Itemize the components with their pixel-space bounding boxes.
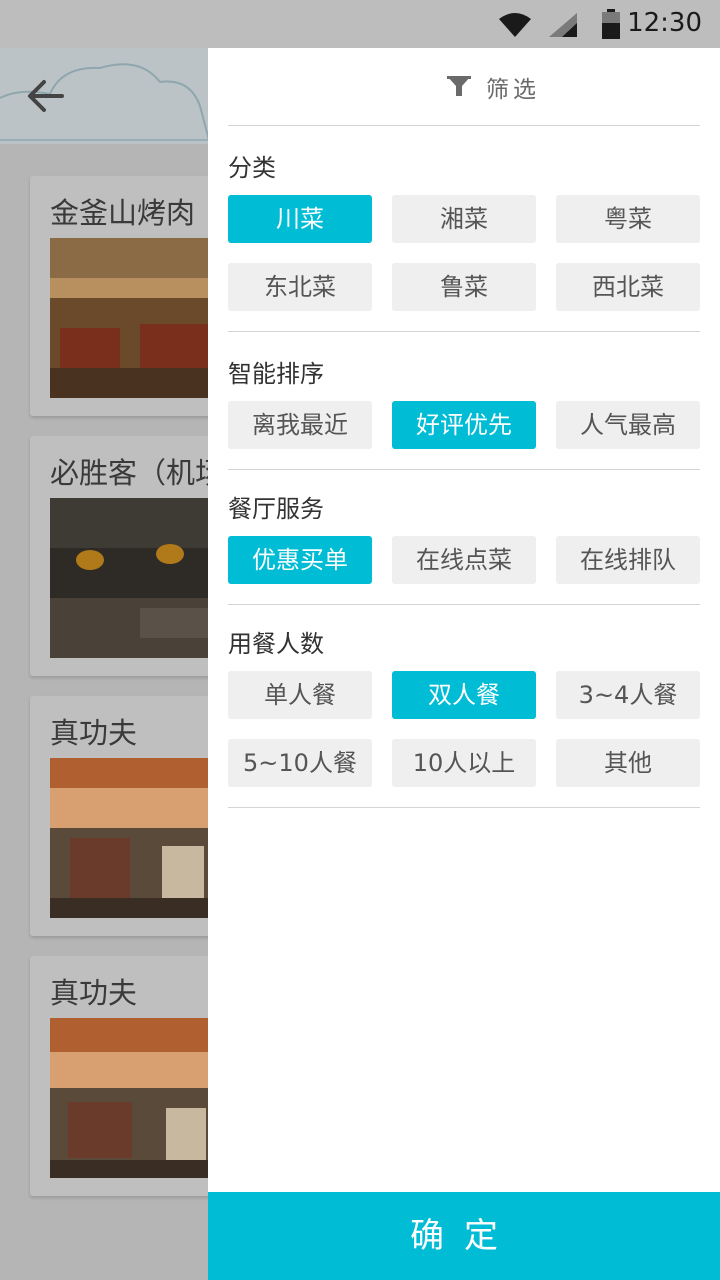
back-arrow-icon[interactable] [26,76,66,116]
option-dongbei-cuisine[interactable]: 东北菜 [228,263,372,311]
battery-icon [602,9,620,39]
option-5-10-people[interactable]: 5~10人餐 [228,739,372,787]
signal-icon [549,13,577,37]
divider [228,331,700,332]
option-chuan-cuisine[interactable]: 川菜 [228,195,372,243]
option-online-queue[interactable]: 在线排队 [556,536,700,584]
restaurant-photo [50,238,230,398]
divider [228,807,700,808]
confirm-button[interactable]: 确定 [208,1192,720,1280]
section-title-sorting: 智能排序 [228,360,324,388]
option-single[interactable]: 单人餐 [228,671,372,719]
option-double[interactable]: 双人餐 [392,671,536,719]
restaurant-card[interactable]: 金釜山烤肉 [30,176,230,416]
wifi-icon [499,13,531,37]
option-nearest[interactable]: 离我最近 [228,401,372,449]
status-bar: 12:30 [0,0,720,48]
option-10-plus[interactable]: 10人以上 [392,739,536,787]
option-other[interactable]: 其他 [556,739,700,787]
restaurant-name: 真功夫 [50,716,138,750]
section-title-party-size: 用餐人数 [228,630,324,658]
restaurant-name: 必胜客（机场 [50,456,225,490]
drawer-title: 筛选 [486,77,540,103]
option-best-rated[interactable]: 好评优先 [392,401,536,449]
restaurant-card[interactable]: 真功夫 [30,696,230,936]
section-title-category: 分类 [228,154,276,182]
divider [228,469,700,470]
divider [228,125,700,126]
divider [228,604,700,605]
option-lu-cuisine[interactable]: 鲁菜 [392,263,536,311]
option-most-popular[interactable]: 人气最高 [556,401,700,449]
option-yue-cuisine[interactable]: 粤菜 [556,195,700,243]
option-discount-pay[interactable]: 优惠买单 [228,536,372,584]
restaurant-card[interactable]: 必胜客（机场 [30,436,230,676]
restaurant-name: 真功夫 [50,976,138,1010]
filter-drawer: 筛选 分类 川菜 湘菜 粤菜 东北菜 鲁菜 西北菜 智能排序 离我最近 好评优先… [208,48,720,1280]
option-xibei-cuisine[interactable]: 西北菜 [556,263,700,311]
restaurant-photo [50,758,230,918]
drawer-header: 筛选 [208,48,720,126]
restaurant-name: 金釜山烤肉 [50,196,196,230]
filter-icon [447,76,471,96]
option-online-order[interactable]: 在线点菜 [392,536,536,584]
restaurant-photo [50,1018,230,1178]
restaurant-card[interactable]: 真功夫 [30,956,230,1196]
option-3-4-people[interactable]: 3~4人餐 [556,671,700,719]
section-title-service: 餐厅服务 [228,495,324,523]
restaurant-photo [50,498,230,658]
option-xiang-cuisine[interactable]: 湘菜 [392,195,536,243]
status-time: 12:30 [627,8,702,38]
